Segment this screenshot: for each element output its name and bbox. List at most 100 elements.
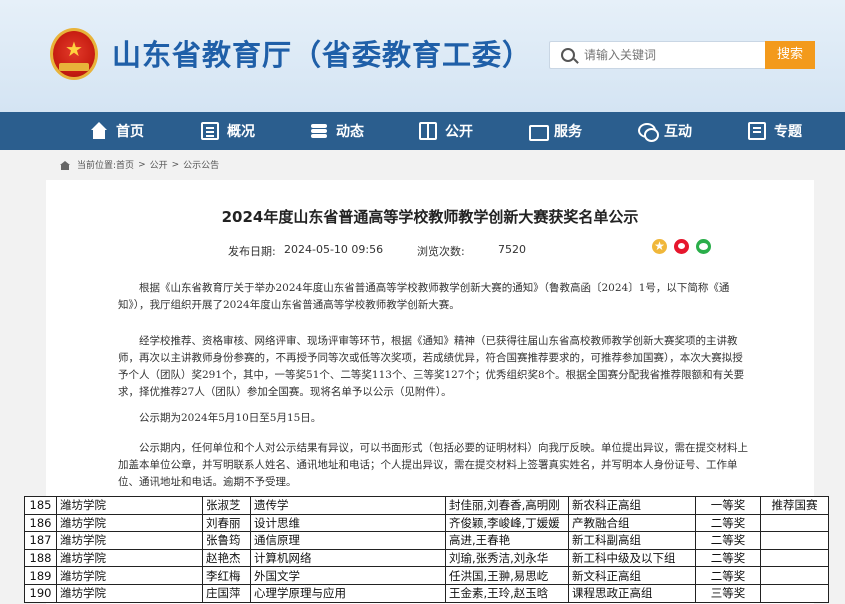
- cell-course: 心理学原理与应用: [250, 583, 446, 603]
- nav-item-home[interactable]: 首页: [90, 112, 144, 150]
- nav-label: 服务: [554, 124, 582, 140]
- cell-course: 设计思维: [250, 513, 446, 533]
- overview-icon: [201, 122, 219, 140]
- cell-school: 潍坊学院: [56, 566, 203, 585]
- location-icon: [60, 159, 71, 170]
- table-row: 188 潍坊学院 赵艳杰 计算机网络 刘瑜,张秀洁,刘永华 新工科中级及以下组 …: [24, 548, 829, 568]
- breadcrumb-separator: >: [138, 159, 146, 170]
- cell-teacher: 张鲁筠: [202, 531, 251, 550]
- cell-team: 齐俊颖,李峻峰,丁媛媛: [445, 513, 569, 533]
- cell-school: 潍坊学院: [56, 548, 203, 568]
- publish-date: 2024-05-10 09:56: [284, 243, 384, 256]
- cell-teacher: 李红梅: [202, 566, 251, 585]
- cell-group: 课程思政正高组: [568, 583, 696, 603]
- breadcrumb-item-public[interactable]: 公开: [150, 158, 168, 171]
- chat-icon: [638, 122, 659, 142]
- nav-label: 公开: [445, 124, 473, 140]
- favorite-share-icon[interactable]: ★: [652, 239, 667, 254]
- award-table: 185 潍坊学院 张淑芝 遗传学 封佳丽,刘春香,高明刚 新农科正高组 一等奖 …: [24, 496, 829, 603]
- publish-date-label: 发布日期:: [228, 245, 276, 258]
- cell-school: 潍坊学院: [56, 531, 203, 550]
- nav-label: 首页: [116, 124, 144, 140]
- article-paragraph: 经学校推荐、资格审核、网络评审、现场评审等环节，根据《通知》精神（已获得往届山东…: [118, 335, 745, 398]
- weibo-share-icon[interactable]: [674, 239, 689, 254]
- cell-team: 刘瑜,张秀洁,刘永华: [445, 548, 569, 568]
- cell-index: 186: [24, 513, 57, 533]
- cell-index: 187: [24, 531, 57, 550]
- nav-item-topic[interactable]: 专题: [748, 112, 802, 150]
- cell-index: 190: [24, 583, 57, 603]
- cell-course: 通信原理: [250, 531, 446, 550]
- nav-label: 互动: [664, 124, 692, 140]
- cell-group: 新工科中级及以下组: [568, 548, 696, 568]
- cell-recommend: [760, 531, 829, 550]
- cell-recommend: [760, 548, 829, 568]
- cell-group: 产教融合组: [568, 513, 696, 533]
- cell-group: 新工科副高组: [568, 531, 696, 550]
- cell-team: 封佳丽,刘春香,高明刚: [445, 496, 569, 515]
- cell-course: 计算机网络: [250, 548, 446, 568]
- breadcrumb: 当前位置: 首页 > 公开 > 公示公告: [60, 158, 219, 171]
- cell-group: 新文科正高组: [568, 566, 696, 585]
- article-paragraph: 公示期内，任何单位和个人对公示结果有异议，可以书面形式（包括必要的证明材料）向我…: [118, 442, 748, 488]
- views-label: 浏览次数:: [417, 245, 465, 258]
- breadcrumb-item-home[interactable]: 首页: [116, 158, 134, 171]
- table-row: 189 潍坊学院 李红梅 外国文学 任洪国,王翀,易思屹 新文科正高组 二等奖: [24, 566, 829, 585]
- breadcrumb-separator: >: [171, 159, 180, 170]
- article-paragraph: 公示期为2024年5月10日至5月15日。: [139, 412, 322, 424]
- nav-label: 动态: [336, 124, 364, 140]
- search-button[interactable]: 搜索: [765, 41, 815, 69]
- cell-award: 二等奖: [695, 513, 761, 533]
- topic-icon: [748, 122, 766, 140]
- table-row: 185 潍坊学院 张淑芝 遗传学 封佳丽,刘春香,高明刚 新农科正高组 一等奖 …: [24, 496, 829, 515]
- cell-recommend: [760, 513, 829, 533]
- nav-label: 概况: [227, 124, 255, 140]
- nav-item-interact[interactable]: 互动: [638, 112, 692, 150]
- nav-item-news[interactable]: 动态: [310, 112, 364, 150]
- cell-school: 潍坊学院: [56, 583, 203, 603]
- table-row: 190 潍坊学院 庄国萍 心理学原理与应用 王金素,王玲,赵玉晗 课程思政正高组…: [24, 583, 829, 603]
- article-paragraph: 根据《山东省教育厅关于举办2024年度山东省普通高等学校教师教学创新大赛的通知》…: [118, 282, 730, 311]
- cell-teacher: 赵艳杰: [202, 548, 251, 568]
- cell-team: 王金素,王玲,赵玉晗: [445, 583, 569, 603]
- nav-item-service[interactable]: 服务: [528, 112, 582, 150]
- cell-course: 遗传学: [250, 496, 446, 515]
- cell-teacher: 张淑芝: [202, 496, 251, 515]
- cell-recommend: 推荐国赛: [760, 496, 829, 515]
- cell-index: 189: [24, 566, 57, 585]
- main-nav: 首页 概况 动态 公开 服务 互动 专题: [0, 112, 845, 150]
- book-icon: [419, 122, 437, 140]
- cell-award: 三等奖: [695, 583, 761, 603]
- home-icon: [90, 122, 108, 140]
- cell-school: 潍坊学院: [56, 513, 203, 533]
- cell-award: 一等奖: [695, 496, 761, 515]
- article-title: 2024年度山东省普通高等学校教师教学创新大赛获奖名单公示: [221, 208, 639, 226]
- nav-label: 专题: [774, 124, 802, 140]
- nav-item-overview[interactable]: 概况: [201, 112, 255, 150]
- cell-award: 二等奖: [695, 531, 761, 550]
- site-title[interactable]: 山东省教育厅（省委教育工委）: [112, 32, 532, 74]
- wechat-share-icon[interactable]: [696, 239, 711, 254]
- cell-teacher: 庄国萍: [202, 583, 251, 603]
- cell-index: 185: [24, 496, 57, 515]
- breadcrumb-item-notices[interactable]: 公示公告: [183, 158, 219, 171]
- cell-group: 新农科正高组: [568, 496, 696, 515]
- search-box: 搜索: [549, 41, 815, 69]
- national-emblem-icon[interactable]: ★: [50, 28, 98, 80]
- cell-recommend: [760, 583, 829, 603]
- service-icon: [528, 122, 549, 141]
- nav-item-public[interactable]: 公开: [419, 112, 473, 150]
- cell-recommend: [760, 566, 829, 585]
- site-header: ★ 山东省教育厅（省委教育工委） 搜索: [0, 0, 845, 112]
- cell-team: 高进,王春艳: [445, 531, 569, 550]
- cell-school: 潍坊学院: [56, 496, 203, 515]
- breadcrumb-prefix: 当前位置:: [77, 161, 117, 171]
- views-count: 7520: [498, 243, 526, 256]
- cell-teacher: 刘春丽: [202, 513, 251, 533]
- cell-award: 二等奖: [695, 566, 761, 585]
- cell-index: 188: [24, 548, 57, 568]
- search-icon: [561, 48, 575, 62]
- search-input[interactable]: [584, 45, 764, 65]
- layers-icon: [310, 122, 328, 140]
- cell-award: 二等奖: [695, 548, 761, 568]
